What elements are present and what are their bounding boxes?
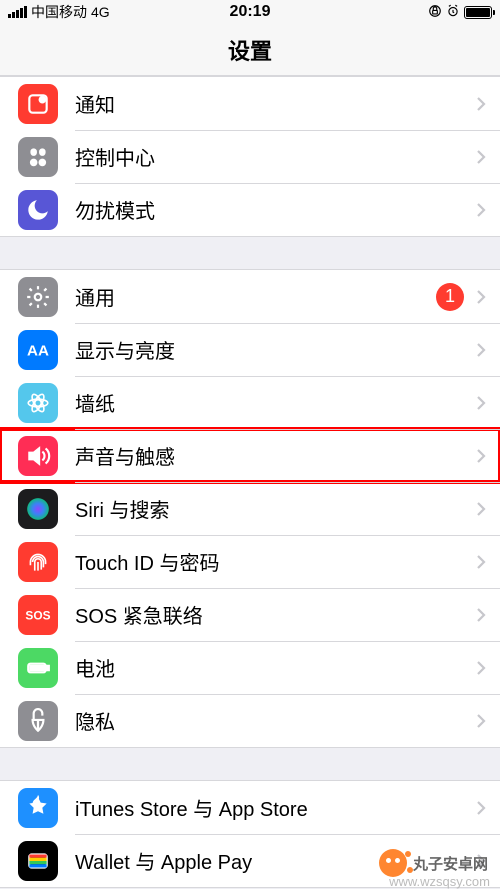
- settings-row-dnd[interactable]: 勿扰模式: [0, 183, 500, 236]
- battery-icon: [464, 6, 492, 19]
- settings-row-general[interactable]: 通用1: [0, 270, 500, 323]
- display-icon: AA: [18, 330, 58, 370]
- chevron-right-icon: [476, 289, 486, 305]
- settings-row-itunes[interactable]: iTunes Store 与 App Store: [0, 781, 500, 834]
- settings-row-touchid[interactable]: Touch ID 与密码: [0, 535, 500, 588]
- carrier-label: 中国移动: [31, 2, 87, 22]
- chevron-right-icon: [476, 202, 486, 218]
- settings-row-wallet[interactable]: Wallet 与 Apple Pay: [0, 834, 500, 887]
- settings-row-label: 电池: [75, 653, 476, 682]
- settings-group: iTunes Store 与 App Store Wallet 与 Apple P…: [0, 780, 500, 888]
- settings-row-label: 通用: [75, 282, 436, 311]
- signal-icon: [8, 6, 27, 18]
- alarm-icon: [446, 4, 460, 21]
- dnd-icon: [18, 190, 58, 230]
- settings-row-display[interactable]: AA 显示与亮度: [0, 323, 500, 376]
- general-icon: [18, 277, 58, 317]
- settings-row-privacy[interactable]: 隐私: [0, 694, 500, 747]
- network-label: 4G: [91, 4, 110, 20]
- settings-row-wallpaper[interactable]: 墙纸: [0, 376, 500, 429]
- settings-row-battery[interactable]: 电池: [0, 641, 500, 694]
- chevron-right-icon: [476, 96, 486, 112]
- svg-text:SOS: SOS: [25, 608, 50, 622]
- chevron-right-icon: [476, 660, 486, 676]
- notification-badge: 1: [436, 283, 464, 311]
- chevron-right-icon: [476, 395, 486, 411]
- page-title: 设置: [0, 24, 500, 76]
- settings-row-label: iTunes Store 与 App Store: [75, 793, 476, 822]
- settings-row-label: 控制中心: [75, 142, 476, 171]
- sounds-icon: [18, 436, 58, 476]
- chevron-right-icon: [476, 554, 486, 570]
- settings-row-label: 勿扰模式: [75, 195, 476, 224]
- wallet-icon: [18, 841, 58, 881]
- svg-text:AA: AA: [27, 342, 49, 359]
- settings-row-label: 墙纸: [75, 388, 476, 417]
- itunes-icon: [18, 788, 58, 828]
- settings-row-sos[interactable]: SOS SOS 紧急联络: [0, 588, 500, 641]
- settings-row-sounds[interactable]: 声音与触感: [0, 429, 500, 482]
- settings-row-label: 通知: [75, 89, 476, 118]
- settings-row-label: 隐私: [75, 706, 476, 735]
- settings-row-label: 显示与亮度: [75, 335, 476, 364]
- settings-row-notifications[interactable]: 通知: [0, 77, 500, 130]
- chevron-right-icon: [476, 713, 486, 729]
- settings-group: 通用1 AA 显示与亮度墙纸声音与触感 Siri 与搜索 Touch ID 与密码 SOS…: [0, 269, 500, 748]
- chevron-right-icon: [476, 501, 486, 517]
- sos-icon: SOS: [18, 595, 58, 635]
- chevron-right-icon: [476, 448, 486, 464]
- settings-row-label: SOS 紧急联络: [75, 600, 476, 629]
- settings-group: 通知控制中心勿扰模式: [0, 76, 500, 237]
- chevron-right-icon: [476, 853, 486, 869]
- status-right: [428, 4, 492, 21]
- settings-row-label: Touch ID 与密码: [75, 547, 476, 576]
- status-bar: 中国移动 4G 20:19: [0, 0, 500, 24]
- chevron-right-icon: [476, 607, 486, 623]
- chevron-right-icon: [476, 149, 486, 165]
- lock-icon: [428, 4, 442, 21]
- siri-icon: [18, 489, 58, 529]
- status-time: 20:19: [230, 3, 271, 21]
- settings-row-control-center[interactable]: 控制中心: [0, 130, 500, 183]
- chevron-right-icon: [476, 800, 486, 816]
- notifications-icon: [18, 84, 58, 124]
- chevron-right-icon: [476, 342, 486, 358]
- battery-icon: [18, 648, 58, 688]
- settings-row-label: Siri 与搜索: [75, 494, 476, 523]
- settings-row-label: 声音与触感: [75, 441, 476, 470]
- settings-list: 通知控制中心勿扰模式通用1 AA 显示与亮度墙纸声音与触感 Siri 与搜索 Touch…: [0, 76, 500, 888]
- wallpaper-icon: [18, 383, 58, 423]
- touchid-icon: [18, 542, 58, 582]
- status-left: 中国移动 4G: [8, 2, 110, 22]
- privacy-icon: [18, 701, 58, 741]
- settings-row-siri[interactable]: Siri 与搜索: [0, 482, 500, 535]
- control-center-icon: [18, 137, 58, 177]
- settings-row-label: Wallet 与 Apple Pay: [75, 846, 476, 875]
